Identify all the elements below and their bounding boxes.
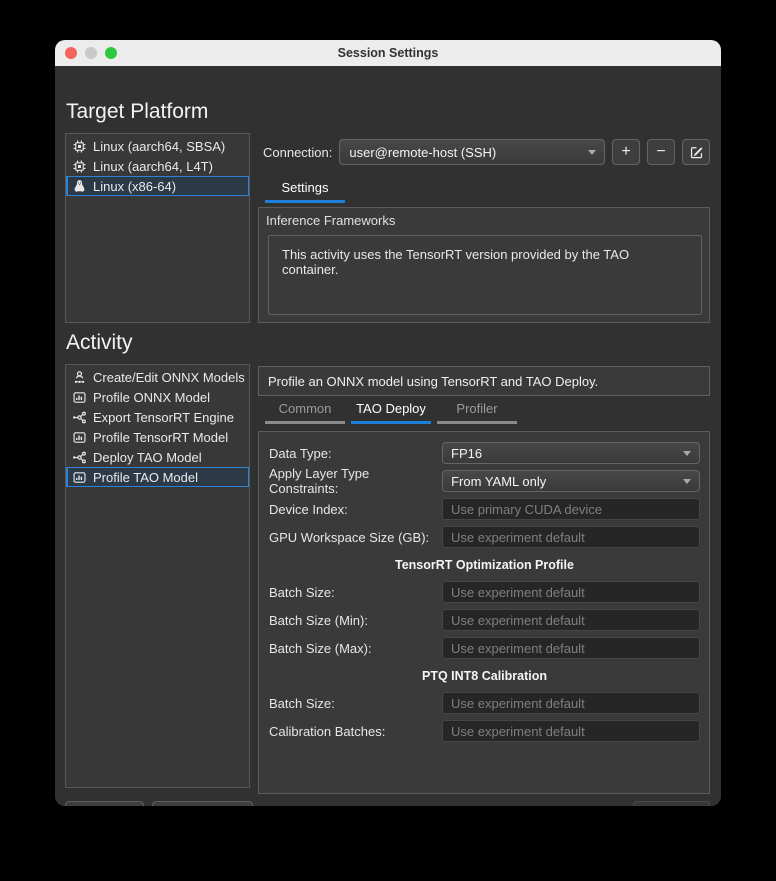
connection-row: Connection: user@remote-host (SSH) + − (258, 138, 710, 166)
list-item[interactable]: Linux (x86-64) (66, 176, 249, 196)
activity-description: Profile an ONNX model using TensorRT and… (258, 366, 710, 396)
chart-icon (72, 430, 87, 445)
ptq-batch-size-input[interactable] (442, 692, 700, 714)
chevron-down-icon (683, 451, 691, 456)
window-controls (65, 47, 117, 59)
person-network-icon (72, 370, 87, 385)
field-label: Batch Size: (269, 585, 335, 600)
platform-list: Linux (aarch64, SBSA) Linux (aarch64, L4… (65, 133, 250, 323)
chart-icon (72, 390, 87, 405)
cancel-button[interactable]: Cancel (65, 801, 144, 806)
tab-settings[interactable]: Settings (265, 179, 345, 203)
chip-icon (72, 159, 87, 174)
edit-connection-button[interactable] (682, 139, 710, 165)
field-label: Calibration Batches: (269, 724, 385, 739)
form-row: Data Type: FP16 (269, 439, 700, 467)
session-settings-dialog: Session Settings Target Platform Linux (… (55, 40, 721, 806)
form-row: Batch Size: (269, 689, 700, 717)
tab-tao-deploy[interactable]: TAO Deploy (351, 400, 431, 424)
group-label: Inference Frameworks (266, 213, 709, 228)
edit-icon (689, 145, 704, 160)
layer-constraints-select[interactable]: From YAML only (442, 470, 700, 492)
field-label: Batch Size: (269, 696, 335, 711)
form-row: Device Index: (269, 495, 700, 523)
field-label: GPU Workspace Size (GB): (269, 530, 429, 545)
batch-size-min-input[interactable] (442, 609, 700, 631)
form-row: Calibration Batches: (269, 717, 700, 745)
tab-profiler[interactable]: Profiler (437, 400, 517, 424)
calibration-batches-input[interactable] (442, 720, 700, 742)
connection-select-value: user@remote-host (SSH) (349, 145, 496, 160)
dialog-body: Target Platform Linux (aarch64, SBSA) Li… (55, 66, 721, 806)
titlebar: Session Settings (55, 40, 721, 66)
remove-connection-button[interactable]: − (647, 139, 675, 165)
network-icon (72, 410, 87, 425)
inference-frameworks-group: Inference Frameworks This activity uses … (258, 207, 710, 323)
gpu-workspace-size-input[interactable] (442, 526, 700, 548)
form-row: Apply Layer Type Constraints: From YAML … (269, 467, 700, 495)
chart-icon (72, 470, 87, 485)
field-label: Batch Size (Max): (269, 641, 372, 656)
minimize-button (85, 47, 97, 59)
list-item[interactable]: Linux (aarch64, L4T) (66, 156, 249, 176)
activity-tabbar: Common TAO Deploy Profiler (265, 400, 517, 424)
network-icon (72, 450, 87, 465)
list-item[interactable]: Deploy TAO Model (66, 447, 249, 467)
inference-frameworks-message: This activity uses the TensorRT version … (268, 235, 702, 315)
connection-select[interactable]: user@remote-host (SSH) (339, 139, 605, 165)
field-label: Device Index: (269, 502, 348, 517)
data-type-select[interactable]: FP16 (442, 442, 700, 464)
zoom-button[interactable] (105, 47, 117, 59)
batch-size-max-input[interactable] (442, 637, 700, 659)
section-header-ptq-int8: PTQ INT8 Calibration (269, 662, 700, 689)
close-button[interactable] (65, 47, 77, 59)
connection-label: Connection: (263, 145, 332, 160)
field-label: Batch Size (Min): (269, 613, 368, 628)
tab-common[interactable]: Common (265, 400, 345, 424)
trt-batch-size-input[interactable] (442, 581, 700, 603)
settings-tabbar: Settings (265, 179, 345, 203)
launch-button: Launch (633, 801, 710, 806)
list-item[interactable]: Profile ONNX Model (66, 387, 249, 407)
section-header-trt-optimization: TensorRT Optimization Profile (269, 551, 700, 578)
list-item[interactable]: Profile TensorRT Model (66, 427, 249, 447)
form-row: Batch Size (Max): (269, 634, 700, 662)
form-row: GPU Workspace Size (GB): (269, 523, 700, 551)
list-item[interactable]: Profile TAO Model (66, 467, 249, 487)
reset-activity-button[interactable]: Reset Activity (152, 801, 253, 806)
tao-deploy-form: Data Type: FP16 Apply Layer Type Constra… (258, 431, 710, 794)
field-label: Apply Layer Type Constraints: (269, 466, 442, 496)
tux-icon (72, 179, 87, 194)
chip-icon (72, 139, 87, 154)
field-label: Data Type: (269, 446, 332, 461)
list-item[interactable]: Create/Edit ONNX Models (66, 367, 249, 387)
activity-list: Create/Edit ONNX Models Profile ONNX Mod… (65, 364, 250, 788)
activity-heading: Activity (66, 328, 133, 358)
list-item[interactable]: Export TensorRT Engine (66, 407, 249, 427)
form-row: Batch Size: (269, 578, 700, 606)
chevron-down-icon (683, 479, 691, 484)
target-platform-heading: Target Platform (66, 97, 208, 127)
window-title: Session Settings (338, 46, 439, 60)
form-row: Batch Size (Min): (269, 606, 700, 634)
chevron-down-icon (588, 150, 596, 155)
add-connection-button[interactable]: + (612, 139, 640, 165)
list-item[interactable]: Linux (aarch64, SBSA) (66, 136, 249, 156)
device-index-input[interactable] (442, 498, 700, 520)
